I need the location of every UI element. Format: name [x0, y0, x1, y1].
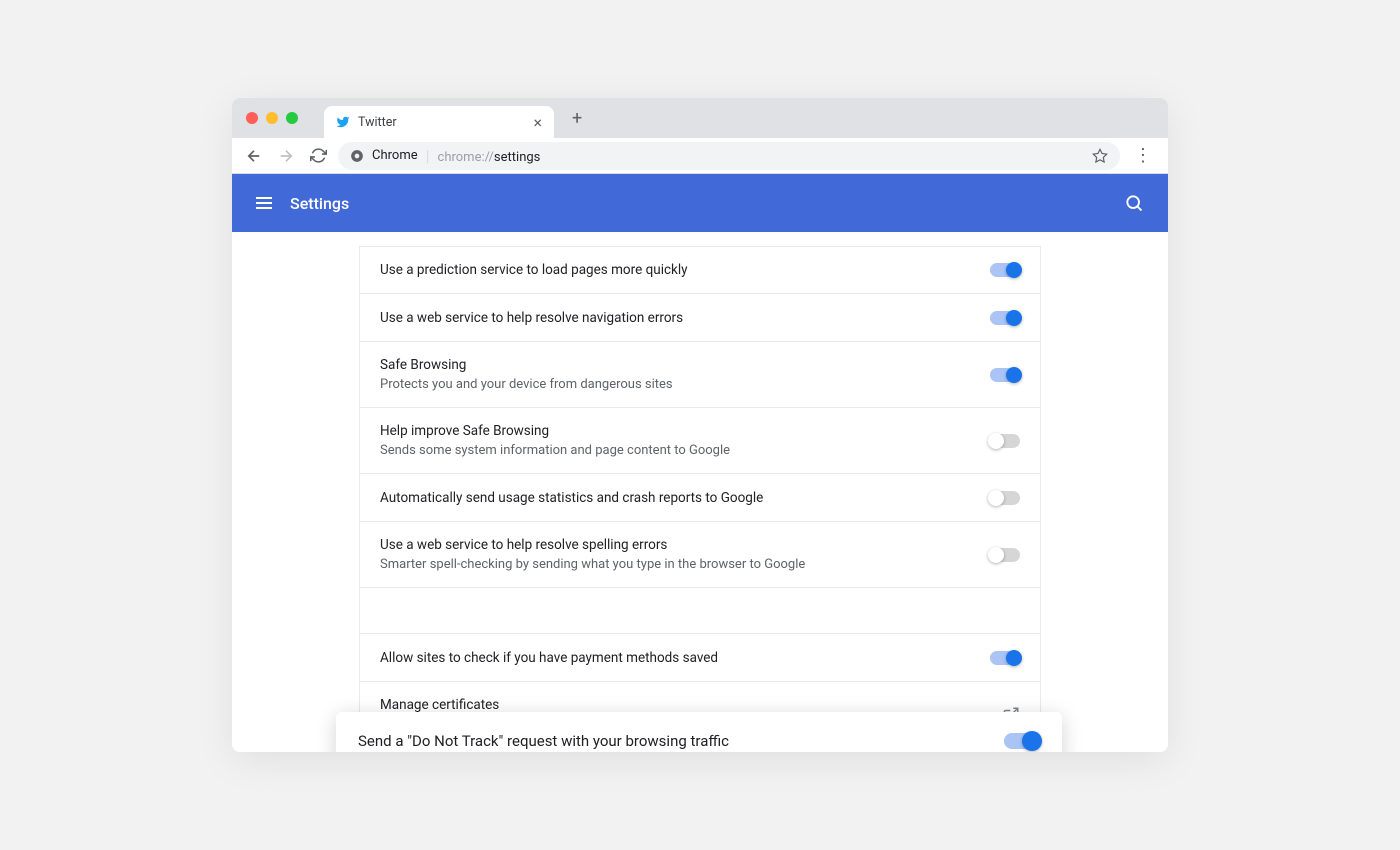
bookmark-star-icon[interactable] [1092, 148, 1108, 164]
setting-sublabel: Smarter spell-checking by sending what y… [380, 557, 990, 572]
omnibox-url: chrome://settings [438, 146, 541, 165]
page-title: Settings [290, 194, 349, 213]
setting-row-usage-stats[interactable]: Automatically send usage statistics and … [360, 474, 1040, 522]
setting-row-prediction[interactable]: Use a prediction service to load pages m… [360, 246, 1040, 294]
browser-menu-button[interactable]: ⋮ [1128, 145, 1158, 166]
setting-row-improve-safe-browsing[interactable]: Help improve Safe Browsing Sends some sy… [360, 408, 1040, 474]
close-window-button[interactable] [246, 112, 258, 124]
settings-list: Use a prediction service to load pages m… [359, 246, 1041, 748]
setting-sublabel: Protects you and your device from danger… [380, 377, 990, 392]
toggle-safe-browsing[interactable] [990, 368, 1020, 382]
popup-title: Send a "Do Not Track" request with your … [358, 732, 1004, 750]
setting-row-placeholder [360, 588, 1040, 634]
setting-row-safe-browsing[interactable]: Safe Browsing Protects you and your devi… [360, 342, 1040, 408]
toggle-spelling[interactable] [990, 548, 1020, 562]
address-bar: Chrome | chrome://settings ⋮ [232, 138, 1168, 174]
toggle-improve-safe-browsing[interactable] [990, 434, 1020, 448]
close-tab-button[interactable]: × [533, 113, 542, 132]
setting-row-payment-methods[interactable]: Allow sites to check if you have payment… [360, 634, 1040, 682]
maximize-window-button[interactable] [286, 112, 298, 124]
tab-title: Twitter [358, 115, 525, 130]
toggle-do-not-track[interactable] [1004, 733, 1040, 749]
back-button[interactable] [242, 144, 266, 168]
setting-label: Use a prediction service to load pages m… [380, 262, 990, 278]
do-not-track-popup: Send a "Do Not Track" request with your … [336, 712, 1062, 752]
browser-tab[interactable]: Twitter × [324, 106, 554, 138]
setting-label: Safe Browsing [380, 357, 990, 373]
new-tab-button[interactable]: + [572, 108, 582, 129]
setting-label: Use a web service to help resolve spelli… [380, 537, 990, 553]
omnibox-app: Chrome [372, 148, 418, 163]
setting-sublabel: Sends some system information and page c… [380, 443, 990, 458]
setting-row-navigation-errors[interactable]: Use a web service to help resolve naviga… [360, 294, 1040, 342]
minimize-window-button[interactable] [266, 112, 278, 124]
toggle-prediction[interactable] [990, 263, 1020, 277]
toggle-payment-methods[interactable] [990, 651, 1020, 665]
twitter-icon [336, 115, 350, 129]
omnibox-divider: | [426, 146, 430, 165]
reload-button[interactable] [306, 144, 330, 168]
setting-label: Use a web service to help resolve naviga… [380, 310, 990, 326]
setting-label: Allow sites to check if you have payment… [380, 650, 990, 666]
forward-button[interactable] [274, 144, 298, 168]
menu-icon[interactable] [256, 197, 272, 209]
setting-row-spelling[interactable]: Use a web service to help resolve spelli… [360, 522, 1040, 588]
setting-label: Automatically send usage statistics and … [380, 490, 990, 506]
window-controls [246, 112, 298, 124]
browser-window: Twitter × + Chrome | chrome://settings ⋮ [232, 98, 1168, 752]
search-icon[interactable] [1124, 193, 1144, 213]
setting-label: Manage certificates [380, 697, 1002, 713]
settings-content: Use a prediction service to load pages m… [232, 232, 1168, 752]
omnibox[interactable]: Chrome | chrome://settings [338, 142, 1120, 170]
chrome-icon [350, 149, 364, 163]
toggle-navigation-errors[interactable] [990, 311, 1020, 325]
settings-header: Settings [232, 174, 1168, 232]
setting-label: Help improve Safe Browsing [380, 423, 990, 439]
titlebar: Twitter × + [232, 98, 1168, 138]
toggle-usage-stats[interactable] [990, 491, 1020, 505]
